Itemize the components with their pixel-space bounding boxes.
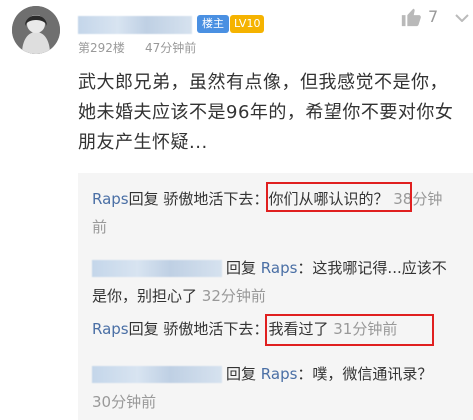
- reply-target[interactable]: 骄傲地活下去: [163, 190, 253, 208]
- level-badge: LV10: [230, 15, 265, 33]
- reply-time: 32分钟前: [201, 287, 266, 305]
- reply-item[interactable]: 回复 Raps：噗，微信通讯录？ 30分钟前: [92, 360, 452, 416]
- reply-verb: 回复: [128, 190, 159, 208]
- reply-time: 30分钟前: [92, 393, 157, 411]
- reply-text: ：我看过了: [253, 320, 329, 338]
- reply-text: ：你们从哪认识的？: [253, 190, 389, 208]
- reply-author[interactable]: Raps: [92, 320, 129, 338]
- reply-author-redacted[interactable]: [92, 366, 222, 383]
- reply-target[interactable]: 骄傲地活下去: [163, 320, 253, 338]
- reply-author[interactable]: Raps: [92, 190, 129, 208]
- post-content: 武大郎兄弟，虽然有点像，但我感觉不是你，她未婚夫应该不是96年的，希望你不要对你…: [78, 72, 454, 153]
- like-count: 7: [428, 7, 439, 26]
- avatar[interactable]: [12, 6, 60, 54]
- chevron-down-icon[interactable]: [455, 14, 469, 22]
- op-badge: 楼主: [197, 15, 229, 33]
- reply-time: 31分钟前: [333, 320, 398, 338]
- reply-item[interactable]: Raps回复 骄傲地活下去：我看过了 31分钟前: [92, 315, 452, 343]
- reply-verb: 回复: [128, 320, 159, 338]
- thumb-up-icon[interactable]: [400, 6, 422, 28]
- floor-number: 第292楼: [78, 41, 125, 55]
- reply-item[interactable]: Raps回复 骄傲地活下去：你们从哪认识的？ 38分钟前: [92, 185, 452, 241]
- reply-target[interactable]: Raps: [261, 259, 298, 277]
- reply-target[interactable]: Raps: [261, 365, 298, 383]
- reply-verb: 回复: [226, 365, 257, 383]
- username-redacted[interactable]: [78, 16, 192, 34]
- reply-author-redacted[interactable]: [92, 260, 222, 277]
- post-time: 47分钟前: [145, 41, 197, 55]
- reply-text: ：噗，微信通讯录？: [297, 365, 433, 383]
- reply-item[interactable]: 回复 Raps：这我哪记得...应该不是你，别担心了 32分钟前: [92, 254, 452, 310]
- reply-verb: 回复: [226, 259, 257, 277]
